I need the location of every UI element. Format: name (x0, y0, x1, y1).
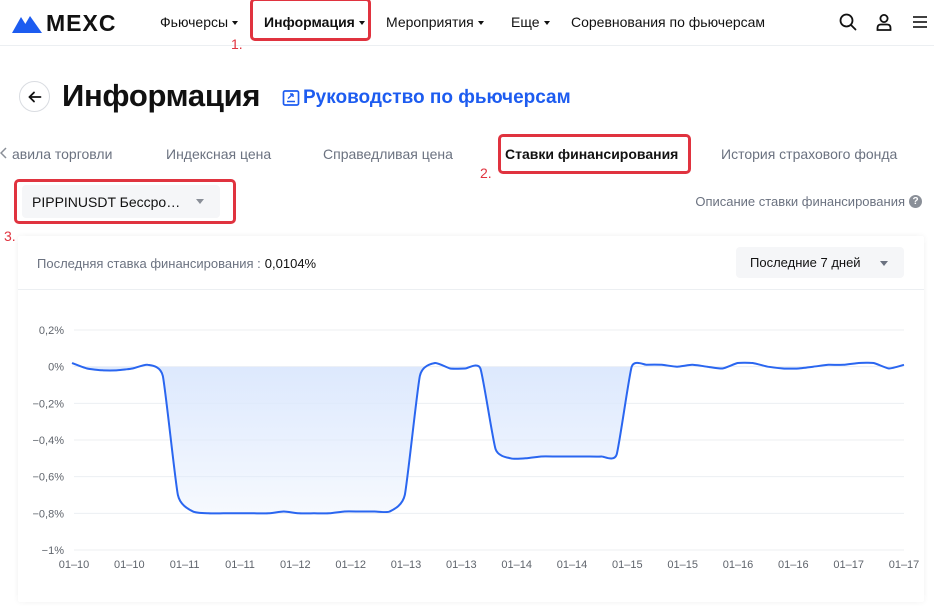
nav-futures-label: Фьючерсы (160, 14, 229, 30)
x-tick-label: 01–12 (280, 559, 311, 571)
logo-text: MEXC (46, 10, 117, 36)
mexc-logo[interactable]: MEXC (12, 10, 116, 37)
search-icon[interactable] (838, 12, 858, 32)
x-tick-label: 01–13 (391, 559, 422, 571)
menu-icon[interactable] (910, 12, 930, 32)
symbol-select-value: PIPPINUSDT Бессро… (32, 193, 181, 210)
x-tick-label: 01–15 (667, 559, 698, 571)
futures-guide-label: Руководство по фьючерсам (303, 87, 571, 108)
x-tick-label: 01–17 (833, 559, 864, 571)
x-tick-label: 01–11 (225, 559, 255, 571)
funding-rate-description-link[interactable]: Описание ставки финансирования ? (695, 194, 922, 209)
top-navigation: MEXC Фьючерсы Информация Мероприятия Еще… (0, 0, 934, 46)
chevron-down-icon (477, 20, 484, 25)
x-tick-label: 01–12 (335, 559, 366, 571)
nav-competitions-label: Соревнования по фьючерсам (571, 14, 766, 30)
tab-fair-price[interactable]: Справедливая цена (323, 146, 453, 162)
nav-events-label: Мероприятия (386, 14, 474, 30)
y-tick-label: −0,4% (33, 435, 65, 447)
nav-more[interactable]: Еще (511, 14, 550, 30)
y-tick-label: −0,6% (33, 472, 65, 484)
help-icon: ? (909, 195, 922, 208)
annotation-label-1: 1. (231, 36, 243, 52)
guide-book-icon (282, 90, 300, 106)
x-tick-label: 01–11 (170, 559, 200, 571)
futures-guide-link[interactable]: Руководство по фьючерсам (282, 87, 571, 109)
y-tick-label: −0,8% (33, 508, 65, 520)
tab-trading-rules[interactable]: авила торговли (12, 146, 112, 162)
nav-more-label: Еще (511, 14, 540, 30)
tab-funding-rates[interactable]: Ставки финансирования (505, 146, 678, 162)
tab-index-price[interactable]: Индексная цена (166, 146, 271, 162)
arrow-left-icon (28, 91, 41, 102)
y-tick-label: 0% (48, 362, 64, 374)
x-tick-label: 01–10 (114, 559, 145, 571)
x-tick-label: 01–17 (889, 559, 920, 571)
annotation-box-1 (250, 0, 371, 41)
chevron-down-icon (232, 20, 239, 25)
tab-insurance-fund-history[interactable]: История страхового фонда (721, 146, 897, 162)
funding-rate-description-label: Описание ставки финансирования (695, 194, 905, 209)
user-icon[interactable] (874, 12, 894, 32)
nav-futures[interactable]: Фьючерсы (160, 14, 239, 30)
chevron-down-icon (543, 20, 550, 25)
funding-rate-chart-card: Последняя ставка финансирования :0,0104%… (18, 236, 924, 602)
chevron-down-icon (196, 199, 204, 204)
x-tick-label: 01–16 (723, 559, 754, 571)
x-tick-label: 01–10 (59, 559, 90, 571)
x-tick-label: 01–16 (778, 559, 809, 571)
chevron-left-icon[interactable] (0, 146, 8, 160)
back-button[interactable] (19, 81, 50, 112)
x-tick-label: 01–13 (446, 559, 477, 571)
y-tick-label: −1% (42, 545, 65, 557)
symbol-select[interactable]: PIPPINUSDT Бессро… (22, 185, 220, 218)
x-tick-label: 01–14 (501, 559, 532, 571)
nav-futures-competitions[interactable]: Соревнования по фьючерсам (571, 14, 765, 30)
annotation-label-2: 2. (480, 165, 492, 181)
x-tick-label: 01–15 (612, 559, 643, 571)
y-tick-label: 0,2% (39, 325, 64, 337)
annotation-label-3: 3. (4, 228, 16, 244)
funding-rate-area (72, 366, 904, 514)
nav-events[interactable]: Мероприятия (386, 14, 484, 30)
mexc-mountain-icon (12, 15, 42, 33)
x-tick-label: 01–14 (557, 559, 588, 571)
page-title: Информация (62, 78, 261, 113)
funding-rate-chart: 0,2% 0% −0,2% −0,4% −0,6% −0,8% −1% 01–10 01–10 0… (33, 325, 920, 571)
y-tick-label: −0,2% (33, 398, 65, 410)
